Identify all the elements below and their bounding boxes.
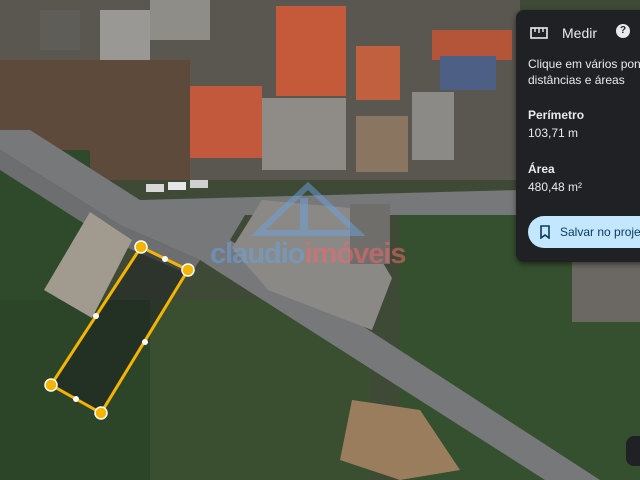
midpoint-handle — [162, 256, 168, 262]
midpoint-handle — [73, 396, 79, 402]
help-icon[interactable]: ? — [616, 24, 630, 38]
measure-panel: Medir ? Clique em vários pon distâncias … — [516, 10, 640, 262]
perimeter-label: Perímetro — [528, 108, 585, 122]
save-button-label: Salvar no proje — [560, 225, 640, 239]
vertex-handle — [134, 240, 148, 254]
vertex-handle — [44, 378, 58, 392]
midpoint-handle — [142, 339, 148, 345]
watermark-house-icon — [250, 181, 366, 236]
area-label: Área — [528, 162, 555, 176]
area-value: 480,48 m² — [528, 180, 583, 194]
panel-header: Medir — [530, 22, 597, 44]
bookmark-icon — [540, 225, 550, 239]
perimeter-value: 103,71 m — [528, 126, 579, 140]
instruction-text: Clique em vários pon distâncias e áreas — [528, 57, 640, 87]
vertex-handle — [181, 263, 195, 277]
midpoint-handle — [93, 313, 99, 319]
watermark: claudioimóveis — [210, 238, 407, 270]
save-to-project-button[interactable]: Salvar no proje — [528, 216, 640, 248]
ruler-icon — [530, 27, 548, 39]
map-control-button[interactable] — [626, 436, 640, 466]
panel-title: Medir — [562, 25, 598, 41]
vertex-handle — [94, 406, 108, 420]
